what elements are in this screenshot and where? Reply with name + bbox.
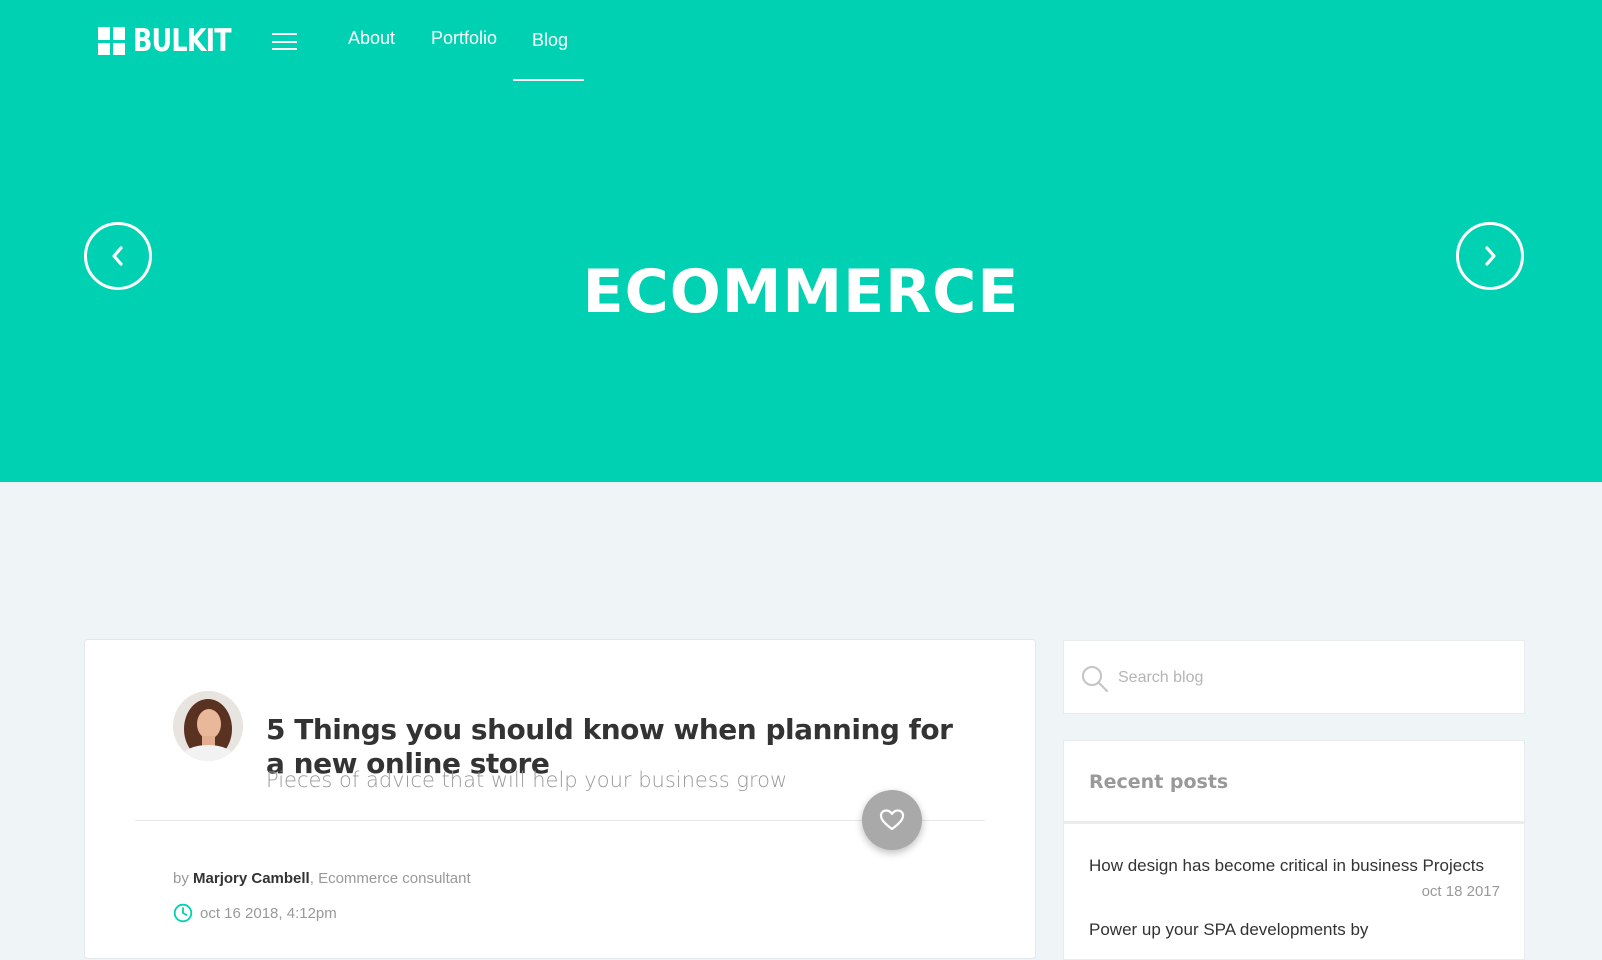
nav-link-portfolio[interactable]: Portfolio (431, 28, 497, 49)
chevron-right-icon (1485, 246, 1496, 266)
byline-prefix: by (173, 870, 189, 887)
recent-posts-title: Recent posts (1064, 741, 1524, 824)
post-byline: by Marjory Cambell, Ecommerce consultant (173, 870, 471, 887)
recent-post-date: oct 18 2017 (1421, 883, 1500, 900)
author-name[interactable]: Marjory Cambell (193, 870, 310, 887)
hamburger-icon[interactable] (272, 33, 297, 50)
hero-banner: BULKIT About Portfolio Blog ECOMMERCE (0, 0, 1602, 482)
post-date: oct 16 2018, 4:12pm (173, 903, 337, 923)
slider-next-button[interactable] (1456, 222, 1524, 290)
post-subtitle: Pieces of advice that will help your bus… (266, 768, 788, 792)
clock-icon (173, 903, 193, 923)
search-icon (1082, 666, 1108, 692)
navbar: BULKIT About Portfolio Blog (0, 0, 1602, 82)
brand-name: BULKIT (133, 23, 232, 59)
brand-logo[interactable]: BULKIT (98, 23, 252, 59)
author-avatar (173, 691, 243, 761)
recent-posts-widget: Recent posts How design has become criti… (1063, 740, 1525, 960)
recent-post-link[interactable]: Power up your SPA developments by (1089, 917, 1504, 943)
recent-post-link[interactable]: How design has become critical in busine… (1089, 853, 1504, 879)
nav-link-about[interactable]: About (348, 28, 395, 49)
nav-link-blog[interactable]: Blog (532, 30, 568, 51)
active-nav-indicator (513, 79, 584, 81)
like-button[interactable] (862, 790, 922, 850)
heart-icon (879, 809, 905, 831)
author-role: , Ecommerce consultant (309, 870, 471, 887)
post-date-text: oct 16 2018, 4:12pm (200, 904, 337, 922)
blog-search (1063, 640, 1525, 714)
logo-grid-icon (98, 27, 125, 55)
blog-post-card: 5 Things you should know when planning f… (84, 639, 1036, 959)
hero-title: ECOMMERCE (582, 257, 1020, 328)
post-divider (135, 820, 985, 821)
search-input[interactable] (1116, 655, 1506, 701)
